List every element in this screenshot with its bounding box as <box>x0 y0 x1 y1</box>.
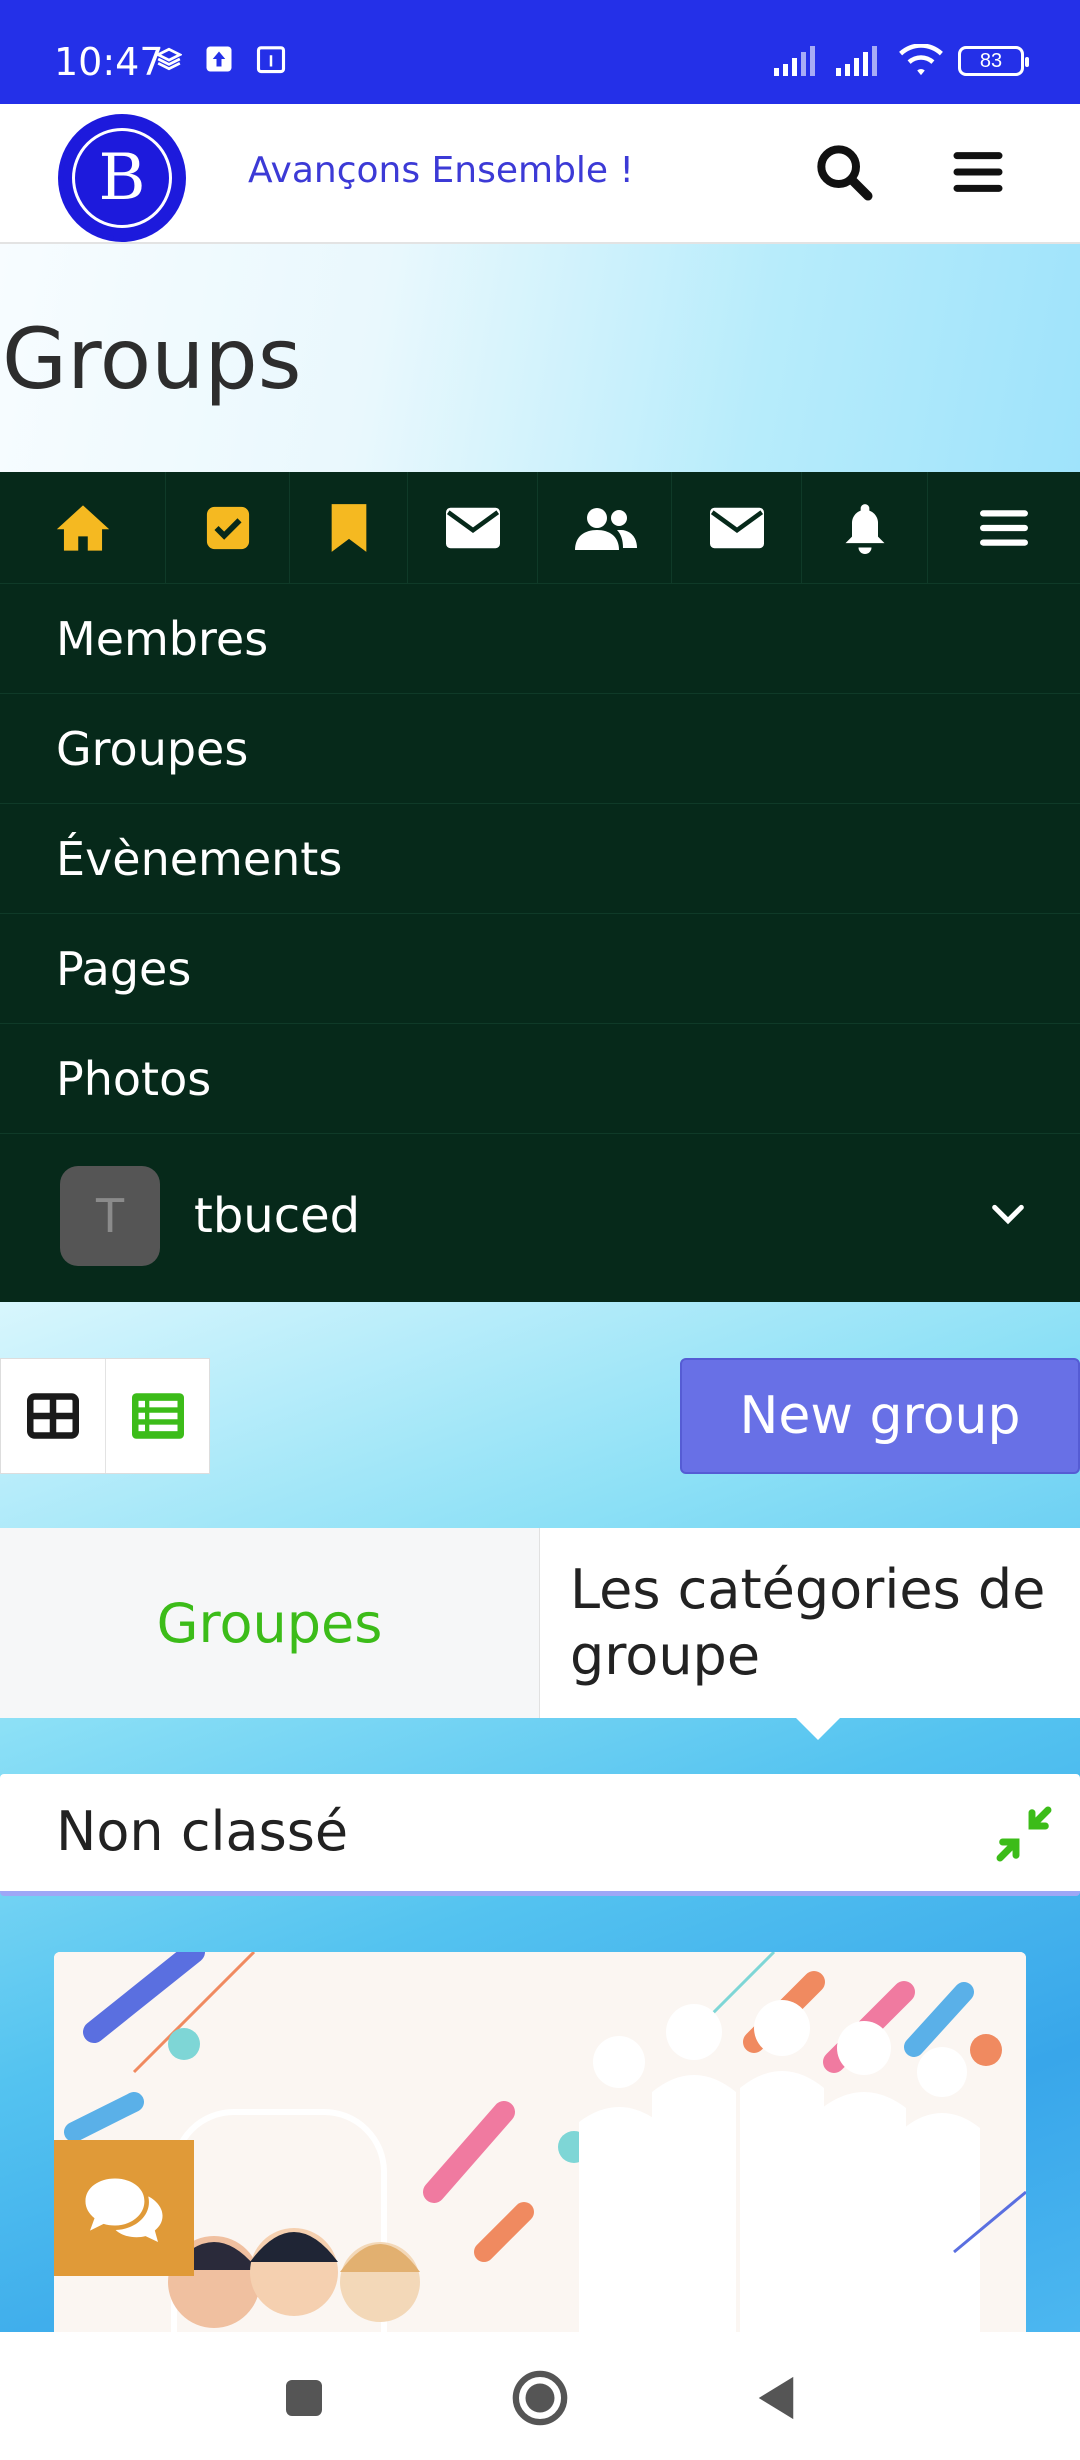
tab-group-categories[interactable]: Les catégories de groupe <box>540 1528 1080 1740</box>
menu-item-photos[interactable]: Photos <box>0 1024 1080 1134</box>
nav-tasks[interactable] <box>166 472 290 584</box>
bell-icon <box>845 504 884 554</box>
page-title: Groups <box>2 310 302 408</box>
main-menu-button[interactable] <box>950 144 1006 200</box>
nav-notifications[interactable] <box>802 472 928 584</box>
comments-icon <box>85 2178 163 2242</box>
bookmark-icon <box>331 504 366 552</box>
upload-icon <box>206 46 232 72</box>
menu-item-label: Évènements <box>56 831 343 886</box>
recents-button[interactable] <box>272 2366 336 2430</box>
hamburger-icon <box>980 510 1028 546</box>
list-icon <box>131 1393 184 1439</box>
battery-icon: 83 <box>958 46 1029 76</box>
envelope-icon <box>709 507 764 549</box>
groups-tabs: Groupes Les catégories de groupe <box>0 1528 1080 1740</box>
logo-letter: B <box>72 128 172 228</box>
signal-icon <box>836 46 877 76</box>
menu-item-label: Membres <box>56 611 269 666</box>
home-button[interactable] <box>508 2366 572 2430</box>
nav-icon-bar <box>0 472 1080 584</box>
list-view-button[interactable] <box>105 1359 209 1473</box>
group-card[interactable] <box>54 1952 1026 2332</box>
site-tagline: Avançons Ensemble ! <box>248 150 634 191</box>
nav-inbox[interactable] <box>672 472 802 584</box>
envelope-icon <box>445 507 500 549</box>
system-nav-bar <box>0 2332 1080 2460</box>
category-header: Non classé <box>0 1774 1080 1896</box>
square-icon <box>286 2380 322 2416</box>
layers-icon <box>156 47 182 71</box>
groups-content: New group Groupes Les catégories de grou… <box>0 1302 1080 2332</box>
back-triangle-icon <box>758 2376 794 2420</box>
home-icon <box>56 505 109 551</box>
view-toggle <box>0 1358 210 1474</box>
menu-item-groupes[interactable]: Groupes <box>0 694 1080 804</box>
nav-home[interactable] <box>0 472 166 584</box>
grid-icon <box>27 1393 79 1439</box>
site-logo[interactable]: B <box>58 114 186 242</box>
app-header: B Avançons Ensemble ! <box>0 104 1080 244</box>
menu-item-label: Pages <box>56 941 192 996</box>
username: tbuced <box>194 1188 361 1244</box>
calendar-icon <box>256 46 286 74</box>
hamburger-icon <box>953 152 1003 192</box>
battery-level: 83 <box>979 50 1003 72</box>
avatar: T <box>60 1166 160 1266</box>
menu-item-membres[interactable]: Membres <box>0 584 1080 694</box>
check-square-icon <box>206 506 249 550</box>
page-banner: Groups <box>0 244 1080 472</box>
group-chat-badge[interactable] <box>54 2140 194 2276</box>
nav-more[interactable] <box>928 472 1080 584</box>
new-group-button[interactable]: New group <box>680 1358 1080 1474</box>
status-bar: 10:47 83 <box>0 0 1080 104</box>
users-icon <box>574 508 637 550</box>
category-title: Non classé <box>56 1800 349 1863</box>
menu-item-evenements[interactable]: Évènements <box>0 804 1080 914</box>
tab-label: Les catégories de groupe <box>570 1558 1046 1687</box>
member-nav: Membres Groupes Évènements Pages Photos … <box>0 472 1080 1302</box>
menu-item-label: Photos <box>56 1051 212 1106</box>
wifi-icon <box>899 44 943 76</box>
circle-icon <box>512 2370 568 2426</box>
back-button[interactable] <box>744 2366 808 2430</box>
user-menu-toggle[interactable]: T tbuced <box>0 1134 1080 1298</box>
search-icon <box>817 145 873 201</box>
signal-icon <box>774 46 815 76</box>
menu-item-pages[interactable]: Pages <box>0 914 1080 1024</box>
nav-friends[interactable] <box>538 472 672 584</box>
menu-item-label: Groupes <box>56 721 249 776</box>
collapse-icon[interactable] <box>992 1802 1056 1866</box>
grid-view-button[interactable] <box>1 1359 105 1473</box>
status-time: 10:47 <box>54 40 164 84</box>
nav-bookmarks[interactable] <box>290 472 408 584</box>
nav-messages[interactable] <box>408 472 538 584</box>
chevron-down-icon <box>992 1204 1024 1225</box>
group-cover-image <box>54 1952 1026 2332</box>
tab-groupes[interactable]: Groupes <box>0 1528 540 1718</box>
search-button[interactable] <box>812 140 876 204</box>
